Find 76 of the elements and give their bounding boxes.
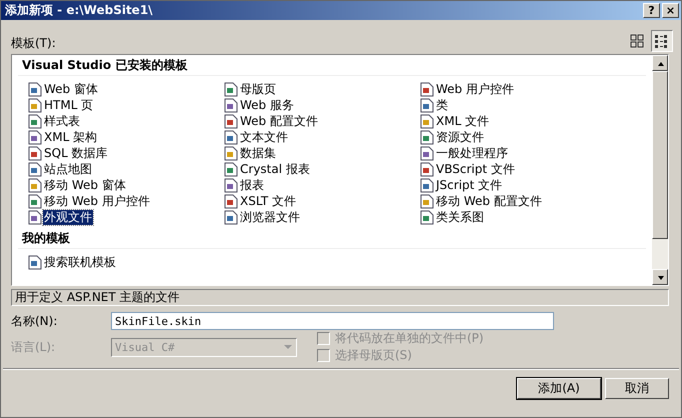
scroll-up-button[interactable] [652,55,668,71]
file-icon [28,178,42,192]
scroll-thumb[interactable] [652,71,668,239]
template-item[interactable]: HTML 页 [43,98,94,112]
template-item[interactable]: 站点地图 [43,162,93,176]
file-icon [224,130,238,144]
close-button[interactable]: × [662,3,679,18]
template-item[interactable]: 移动 Web 用户控件 [43,194,151,208]
option-label: 将代码放在单独的文件中(P) [335,330,484,347]
option-label: 选择母版页(S) [335,347,412,364]
dialog-button[interactable]: 取消 [605,378,669,399]
name-field[interactable]: SkinFile.skin [111,312,554,330]
file-icon [420,146,434,160]
template-item[interactable]: 移动 Web 窗体 [43,178,127,192]
template-item[interactable]: 浏览器文件 [239,210,301,224]
template-item[interactable]: 资源文件 [435,130,485,144]
file-icon [420,194,434,208]
help-button[interactable]: ? [643,3,660,18]
file-icon [420,162,434,176]
template-item[interactable]: Web 配置文件 [239,114,319,128]
template-item[interactable]: JScript 文件 [435,178,504,192]
scrollbar[interactable] [652,55,668,285]
template-item[interactable]: Crystal 报表 [239,162,311,176]
language-label: 语言(L): [11,338,56,356]
file-icon [224,82,238,96]
file-icon [28,162,42,176]
template-item[interactable]: SQL 数据库 [43,146,109,160]
file-icon [420,178,434,192]
template-item[interactable]: 一般处理程序 [435,146,509,160]
template-item[interactable]: Web 窗体 [43,82,99,96]
file-icon [224,194,238,208]
file-icon [28,114,42,128]
file-icon [28,98,42,112]
template-item[interactable]: 搜索联机模板 [43,254,117,270]
template-item[interactable]: Web 用户控件 [435,82,515,96]
file-icon [224,146,238,160]
name-label: 名称(N): [11,312,58,330]
template-item[interactable]: 外观文件 [43,210,93,224]
template-item[interactable]: XML 架构 [43,130,98,144]
file-icon [224,98,238,112]
description-bar: 用于定义 ASP.NET 主题的文件 [11,289,669,306]
dialog-button[interactable]: 添加(A) [517,378,601,399]
template-item[interactable]: 母版页 [239,82,277,96]
template-item[interactable]: XSLT 文件 [239,194,298,208]
file-icon [420,130,434,144]
file-icon [28,130,42,144]
section-heading: 我的模板 [18,230,646,249]
section-heading: Visual Studio 已安装的模板 [18,57,646,76]
file-icon [420,210,434,224]
file-icon [28,194,42,208]
file-icon [420,98,434,112]
template-item[interactable]: 文本文件 [239,130,289,144]
template-item[interactable]: 类 [435,98,449,112]
template-item[interactable]: 类关系图 [435,210,485,224]
file-icon [420,82,434,96]
large-icons-view-icon[interactable] [629,33,645,49]
small-icons-view-icon[interactable] [651,30,673,52]
template-item[interactable]: 移动 Web 配置文件 [435,194,543,208]
template-item[interactable]: 数据集 [239,146,277,160]
file-icon [224,178,238,192]
template-item[interactable]: 样式表 [43,114,81,128]
file-icon [28,146,42,160]
window-title: 添加新项 - e:\WebSite1\ [5,2,153,19]
file-icon [28,210,42,224]
file-icon [224,114,238,128]
file-icon [420,114,434,128]
scroll-down-button[interactable] [652,269,668,285]
template-item[interactable]: XML 文件 [435,114,490,128]
file-icon [28,254,42,270]
templates-label: 模板(T): [11,35,56,52]
template-item[interactable]: Web 服务 [239,98,295,112]
template-item[interactable]: VBScript 文件 [435,162,516,176]
file-icon [224,210,238,224]
file-icon [224,162,238,176]
file-icon [28,82,42,96]
template-item[interactable]: 报表 [239,178,265,192]
